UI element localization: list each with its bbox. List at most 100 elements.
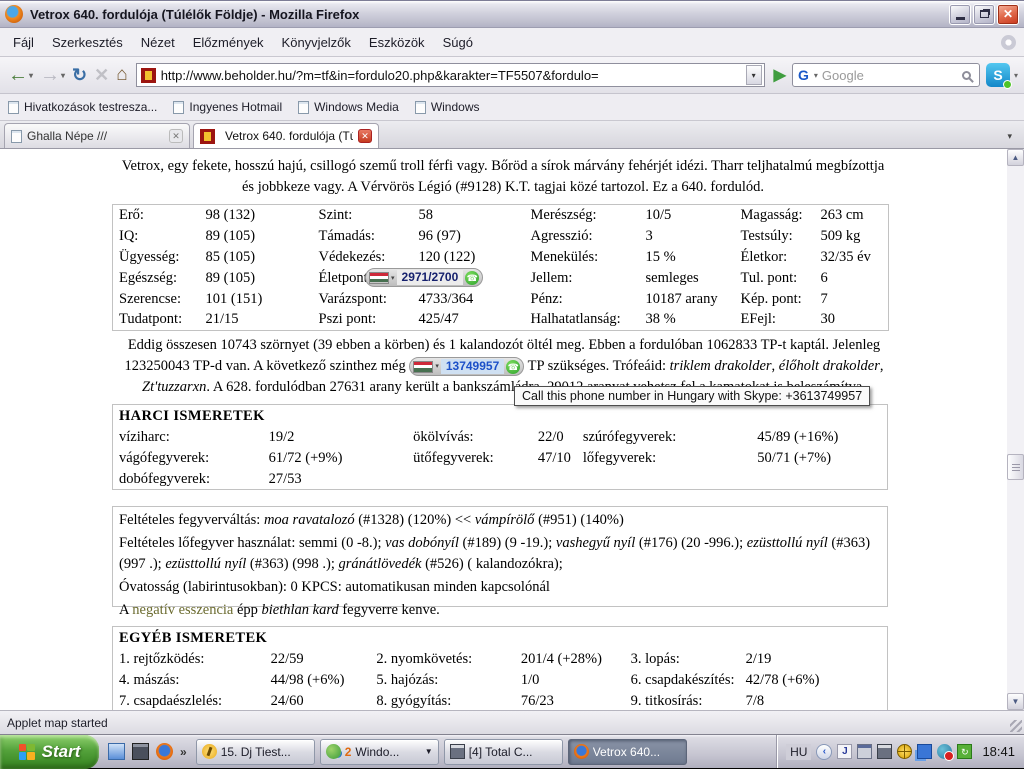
- scroll-up-icon[interactable]: ▲: [1007, 149, 1024, 166]
- scrollbar-thumb[interactable]: [1007, 454, 1024, 480]
- text-segment: (#951) (140%): [534, 512, 623, 528]
- language-indicator[interactable]: HU: [786, 744, 811, 760]
- floppy-tray-icon[interactable]: [877, 744, 892, 759]
- list-all-tabs-icon[interactable]: ▾: [999, 129, 1020, 144]
- stop-button[interactable]: ✕: [92, 66, 111, 84]
- menu-bookmarks[interactable]: Könyvjelzők: [273, 30, 360, 55]
- back-button[interactable]: ←▾: [6, 66, 35, 84]
- stat-label: Pszi pont:: [313, 310, 413, 331]
- close-button[interactable]: ✕: [997, 4, 1019, 25]
- tab-close-icon[interactable]: ✕: [169, 129, 183, 143]
- taskbar-clock: 18:41: [982, 744, 1015, 759]
- bookmark-customize-links[interactable]: Hivatkozások testresza...: [8, 100, 157, 114]
- tab-vetrox-active[interactable]: Vetrox 640. fordulója (Túl... ✕: [193, 123, 379, 148]
- messenger-status-tray-icon[interactable]: [937, 744, 952, 759]
- stat-value: 120 (122): [413, 247, 525, 268]
- flag-dropdown-icon[interactable]: ▾: [435, 356, 439, 377]
- stat-label: [577, 469, 751, 490]
- table-row: Erő:98 (132)Szint:58Merészség:10/5Magass…: [113, 205, 889, 226]
- tab-label: Vetrox 640. fordulója (Túl...: [225, 129, 353, 143]
- text-segment: (#189) (9 -19.);: [459, 535, 556, 551]
- table-row: IQ:89 (105)Támadás:96 (97)Agresszió:3Tes…: [113, 226, 889, 247]
- stats-table: Erő:98 (132)Szint:58Merészség:10/5Magass…: [112, 204, 889, 331]
- vertical-scrollbar[interactable]: ▲ ▼: [1007, 149, 1024, 710]
- quick-launch-app-icon[interactable]: [132, 743, 149, 760]
- weapon-name: vashegyű nyíl: [556, 535, 635, 551]
- start-button[interactable]: Start: [0, 735, 99, 769]
- restore-button[interactable]: [973, 4, 995, 25]
- stat-label: Szint:: [313, 205, 413, 226]
- task-count: 2: [345, 745, 352, 759]
- stat-label: Testsúly:: [735, 226, 815, 247]
- forward-button[interactable]: →▾: [38, 66, 67, 84]
- search-input[interactable]: Google: [822, 68, 958, 83]
- firefox-quick-launch-icon[interactable]: [156, 743, 173, 760]
- stat-label: Tudatpont:: [113, 310, 200, 331]
- back-dropdown-icon[interactable]: ▾: [29, 71, 33, 80]
- scroll-down-icon[interactable]: ▼: [1007, 693, 1024, 710]
- url-text[interactable]: http://www.beholder.hu/?m=tf&in=fordulo2…: [161, 68, 746, 83]
- skype-life-badge[interactable]: ▾ 2971/2700 ☎: [365, 268, 483, 287]
- quick-launch-overflow-icon[interactable]: »: [180, 745, 187, 759]
- reload-button[interactable]: ↻: [70, 66, 89, 84]
- forward-dropdown-icon[interactable]: ▾: [61, 71, 65, 80]
- stat-label: Életkor:: [735, 247, 815, 268]
- menu-view[interactable]: Nézet: [132, 30, 184, 55]
- globe-tray-icon[interactable]: [897, 744, 912, 759]
- skype-tp-badge[interactable]: ▾13749957☎: [409, 357, 524, 376]
- resize-grip[interactable]: [1010, 720, 1022, 732]
- task-messenger-group[interactable]: 2 Windo... ▼: [320, 739, 439, 765]
- text-segment: ,: [880, 358, 884, 374]
- search-icon[interactable]: [962, 71, 971, 80]
- skype-call-icon[interactable]: ☎: [465, 271, 479, 285]
- table-row: Egészség:89 (105)Életpont:Jellem:semlege…: [113, 268, 889, 289]
- address-bar[interactable]: http://www.beholder.hu/?m=tf&in=fordulo2…: [136, 63, 765, 87]
- site-favicon-inner: [204, 132, 211, 141]
- stat-value: [532, 469, 577, 490]
- java-tray-icon[interactable]: J: [837, 744, 852, 759]
- stat-label: 5. hajózás:: [370, 670, 515, 691]
- home-button[interactable]: ⌂: [114, 66, 129, 84]
- task-firefox-active[interactable]: Vetrox 640...: [568, 739, 687, 765]
- skype-toolbar-icon[interactable]: S: [986, 63, 1010, 87]
- stat-value: 30: [815, 310, 889, 331]
- tab-close-icon[interactable]: ✕: [358, 129, 372, 143]
- stat-label: IQ:: [113, 226, 200, 247]
- bookmark-windows[interactable]: Windows: [415, 100, 480, 114]
- weapon-name: gránátlövedék: [339, 556, 422, 572]
- life-points-value: 2971/2700: [397, 270, 464, 285]
- stat-value: 6: [815, 268, 889, 289]
- console-tray-icon[interactable]: [857, 744, 872, 759]
- bookmark-windows-media[interactable]: Windows Media: [298, 100, 399, 114]
- stat-label: Merészség:: [525, 205, 640, 226]
- tab-ghalla-nepe[interactable]: Ghalla Népe /// ✕: [4, 123, 190, 148]
- menu-file[interactable]: Fájl: [4, 30, 43, 55]
- bookmark-hotmail[interactable]: Ingyenes Hotmail: [173, 100, 282, 114]
- task-total-commander[interactable]: [4] Total C...: [444, 739, 563, 765]
- section-title: EGYÉB ISMERETEK: [119, 630, 887, 647]
- stat-label: Magasság:: [735, 205, 815, 226]
- show-desktop-icon[interactable]: [108, 743, 125, 760]
- skype-dropdown-icon[interactable]: ▾: [1014, 71, 1018, 80]
- minimize-button[interactable]: [949, 4, 971, 25]
- go-button[interactable]: ▶: [771, 65, 789, 85]
- flag-dropdown-icon[interactable]: ▾: [391, 274, 395, 282]
- menu-edit[interactable]: Szerkesztés: [43, 30, 132, 55]
- back-icon: ←: [8, 66, 28, 84]
- text-segment: (#526) ( kalandozókra);: [421, 556, 562, 572]
- task-group-dropdown-icon[interactable]: ▼: [425, 747, 433, 756]
- menu-tools[interactable]: Eszközök: [360, 30, 434, 55]
- search-box[interactable]: G ▾ Google: [792, 63, 980, 87]
- hide-icons-chevron-icon[interactable]: ‹: [816, 744, 832, 760]
- network-tray-icon[interactable]: [917, 744, 932, 759]
- skype-call-icon[interactable]: ☎: [506, 360, 520, 374]
- stat-value: 42/78 (+6%): [740, 670, 887, 691]
- menu-history[interactable]: Előzmények: [184, 30, 273, 55]
- updater-tray-icon[interactable]: ↻: [957, 744, 972, 759]
- search-engine-dropdown-icon[interactable]: ▾: [814, 71, 818, 80]
- stat-value: 4733/364: [413, 289, 525, 310]
- task-winamp[interactable]: 15. Dj Tiest...: [196, 739, 315, 765]
- menu-help[interactable]: Súgó: [434, 30, 482, 55]
- url-history-dropdown[interactable]: ▾: [746, 65, 762, 85]
- text-segment: . A 628. fordulódban 27631 arany került …: [206, 379, 547, 395]
